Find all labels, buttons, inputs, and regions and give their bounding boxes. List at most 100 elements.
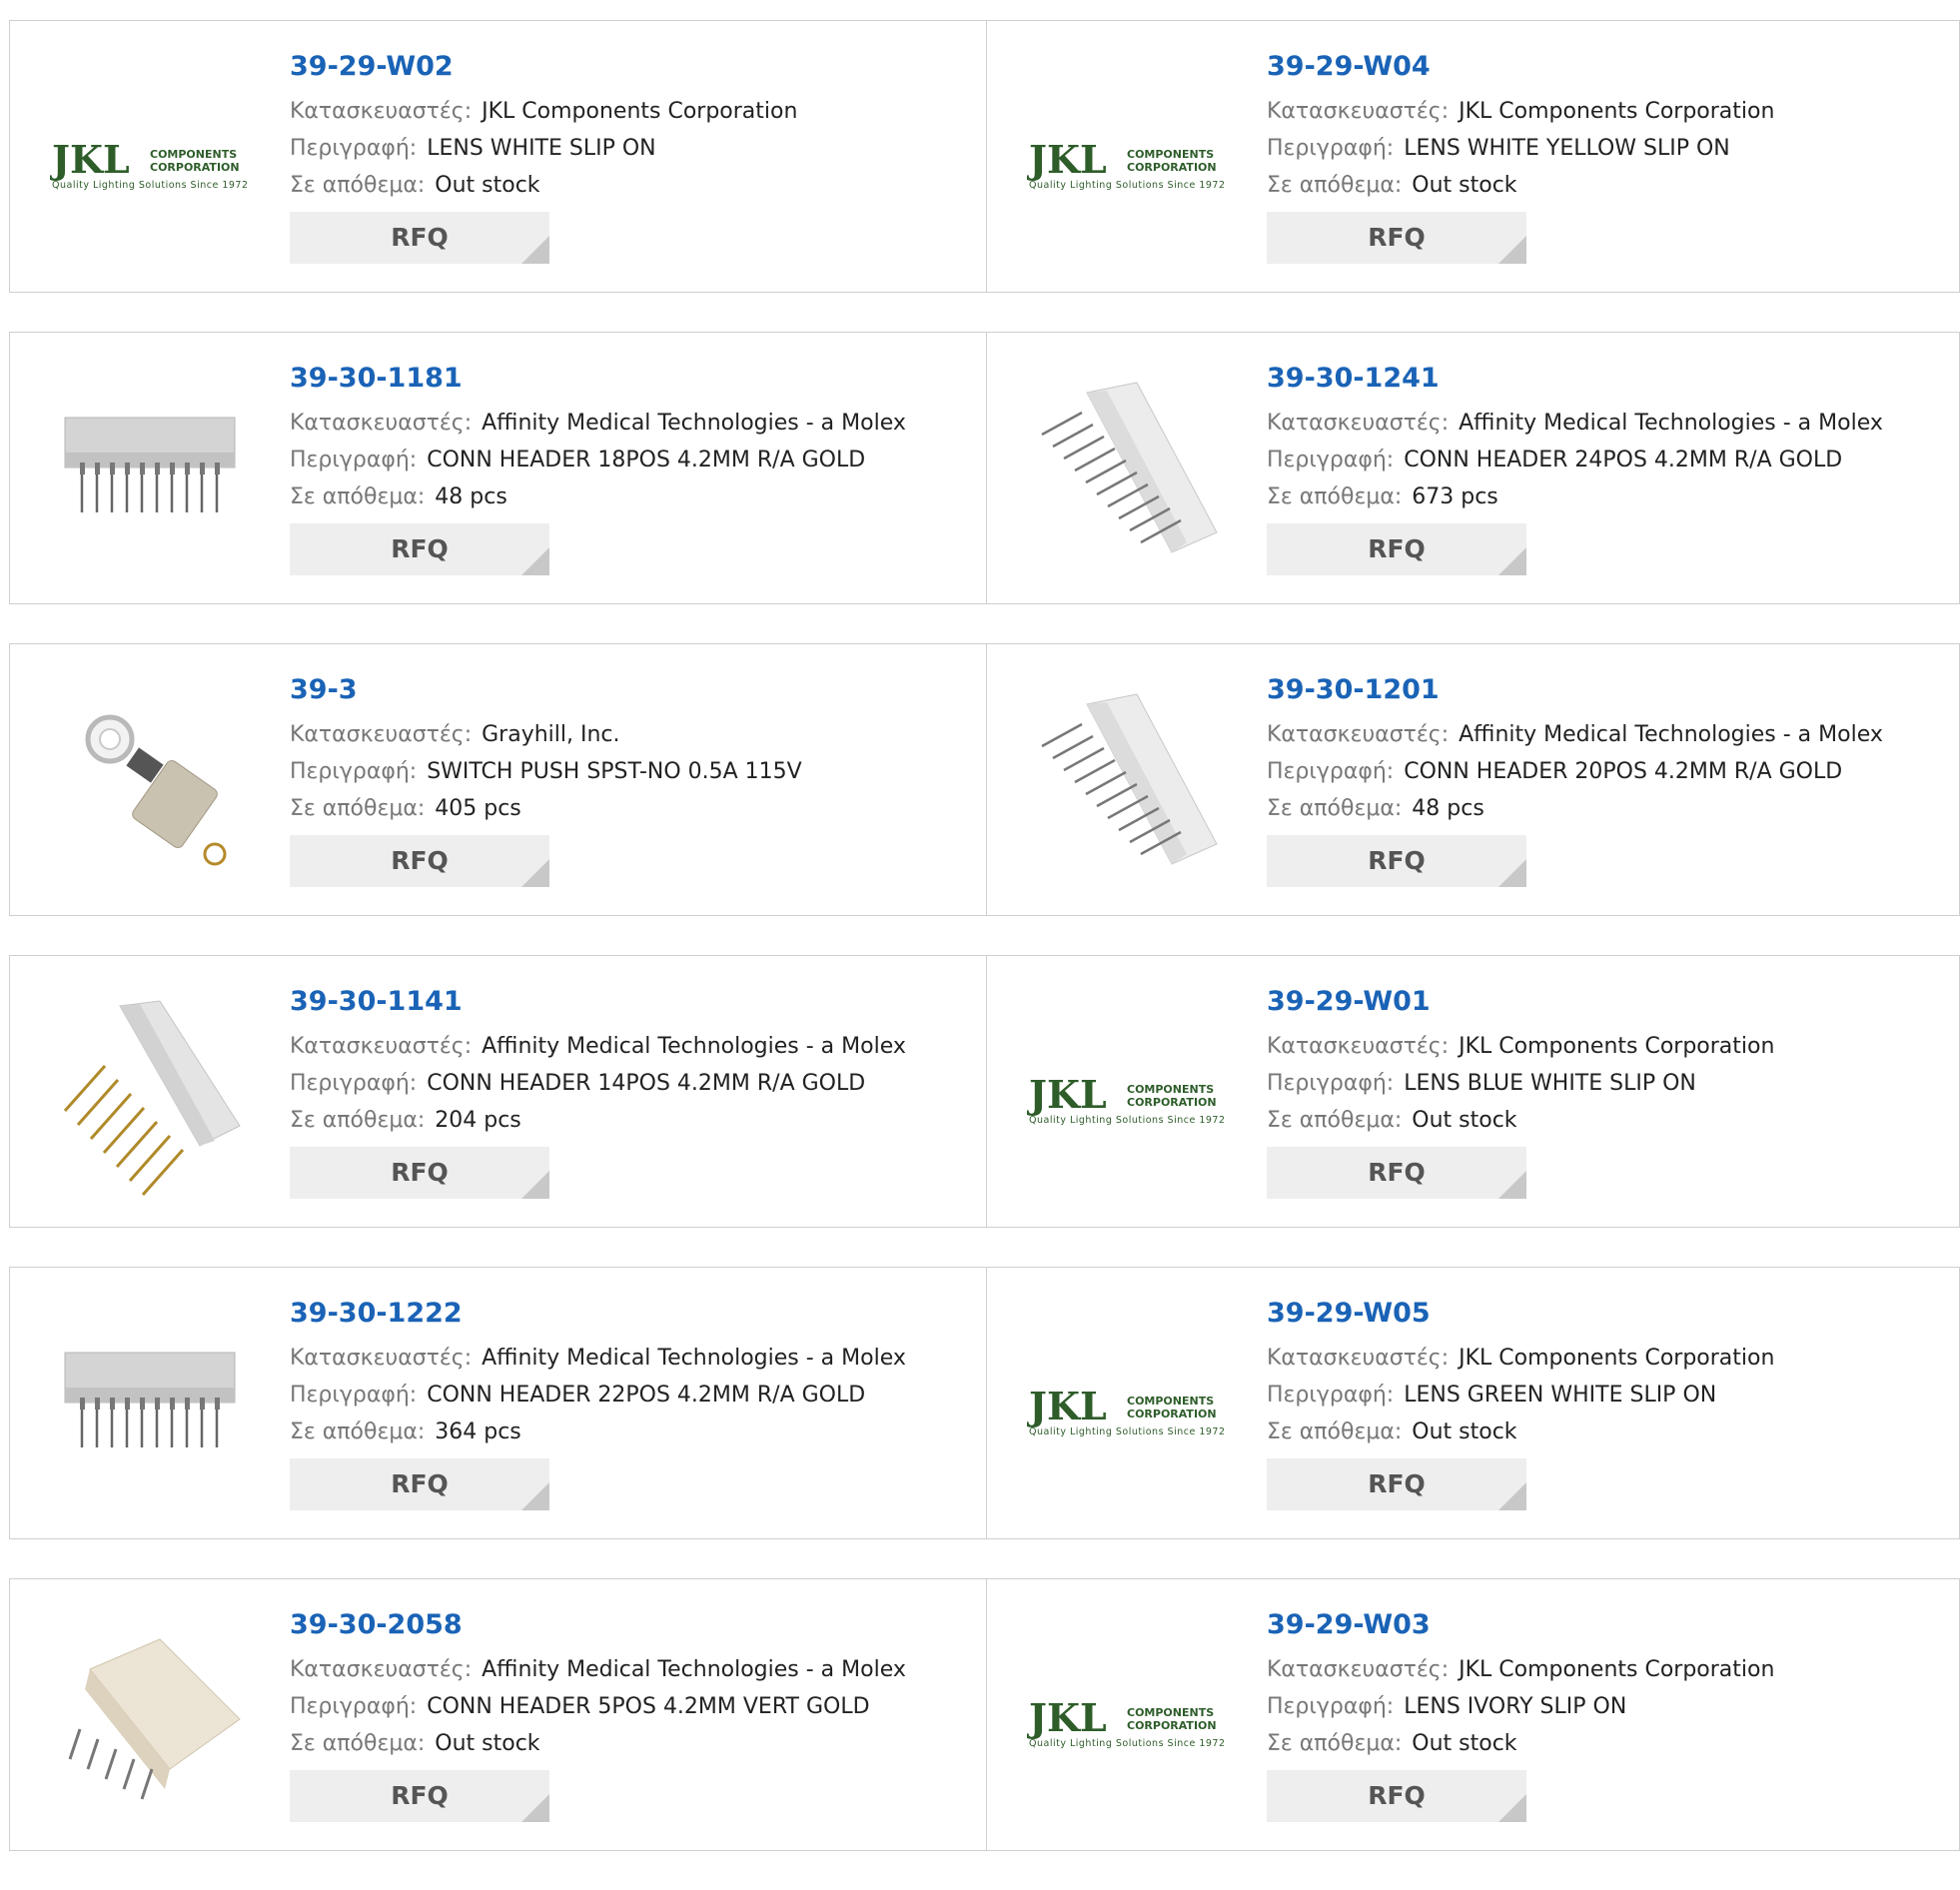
rfq-button[interactable]: RFQ xyxy=(290,1770,549,1822)
rfq-button[interactable]: RFQ xyxy=(1267,835,1526,887)
manufacturer-value: Affinity Medical Technologies - a Molex xyxy=(1459,411,1883,436)
part-number-link[interactable]: 39-29-W04 xyxy=(1267,49,1946,85)
stock-label: Σε απόθεμα: xyxy=(1267,1419,1403,1444)
rfq-button[interactable]: RFQ xyxy=(290,523,549,575)
rfq-button[interactable]: RFQ xyxy=(1267,523,1526,575)
jkl-logo-icon: JKL COMPONENTS CORPORATION Quality Light… xyxy=(50,137,248,191)
product-info: 39-29-W03 Κατασκευαστές: JKL Components C… xyxy=(1267,1607,1946,1822)
part-number-link[interactable]: 39-29-W02 xyxy=(290,49,969,85)
stock-label: Σε απόθεμα: xyxy=(1267,484,1403,509)
stock-line: Σε απόθεμα: Out stock xyxy=(290,1725,969,1762)
manufacturer-value: Affinity Medical Technologies - a Molex xyxy=(1459,722,1883,747)
product-info: 39-30-1241 Κατασκευαστές: Affinity Medica… xyxy=(1267,361,1946,575)
svg-text:Quality Lighting Solutions Sin: Quality Lighting Solutions Since 1972 xyxy=(1029,1738,1225,1749)
rfq-button[interactable]: RFQ xyxy=(1267,1458,1526,1510)
manufacturer-label: Κατασκευαστές: xyxy=(1267,1034,1450,1059)
svg-text:Quality Lighting Solutions Sin: Quality Lighting Solutions Since 1972 xyxy=(52,180,248,191)
part-number-link[interactable]: 39-30-1181 xyxy=(290,361,969,397)
part-number-link[interactable]: 39-3 xyxy=(290,672,969,708)
manufacturer-value: JKL Components Corporation xyxy=(1459,1346,1775,1371)
rfq-button[interactable]: RFQ xyxy=(1267,1770,1526,1822)
stock-label: Σε απόθεμα: xyxy=(1267,1108,1403,1133)
manufacturer-value: Affinity Medical Technologies - a Molex xyxy=(482,411,906,436)
product-card: 39-30-1201 Κατασκευαστές: Affinity Medica… xyxy=(987,644,1960,915)
product-image[interactable] xyxy=(1027,373,1227,572)
product-image[interactable]: JKL COMPONENTS CORPORATION Quality Light… xyxy=(1027,996,1227,1196)
connector-header-icon xyxy=(68,1638,241,1800)
stock-value: Out stock xyxy=(435,1731,540,1756)
description-label: Περιγραφή: xyxy=(1267,1071,1395,1096)
stock-line: Σε απόθεμα: Out stock xyxy=(1267,1102,1946,1139)
description-label: Περιγραφή: xyxy=(1267,448,1395,472)
stock-value: 364 pcs xyxy=(435,1419,521,1444)
rfq-button[interactable]: RFQ xyxy=(290,1458,549,1510)
stock-label: Σε απόθεμα: xyxy=(290,796,426,821)
product-image[interactable]: JKL COMPONENTS CORPORATION Quality Light… xyxy=(1027,61,1227,261)
stock-label: Σε απόθεμα: xyxy=(1267,173,1403,198)
stock-value: 204 pcs xyxy=(435,1108,521,1133)
product-image[interactable]: JKL COMPONENTS CORPORATION Quality Light… xyxy=(1027,1308,1227,1507)
product-image[interactable] xyxy=(50,684,250,884)
rfq-button[interactable]: RFQ xyxy=(290,1147,549,1199)
rfq-button[interactable]: RFQ xyxy=(290,835,549,887)
description-value: CONN HEADER 20POS 4.2MM R/A GOLD xyxy=(1404,759,1843,784)
manufacturer-value: JKL Components Corporation xyxy=(1459,1657,1775,1682)
product-row: 39-30-2058 Κατασκευαστές: Affinity Medica… xyxy=(9,1578,1960,1851)
rfq-button[interactable]: RFQ xyxy=(1267,212,1526,264)
product-image[interactable]: JKL COMPONENTS CORPORATION Quality Light… xyxy=(1027,1619,1227,1819)
connector-header-icon xyxy=(64,417,236,512)
stock-line: Σε απόθεμα: 673 pcs xyxy=(1267,478,1946,515)
stock-value: 48 pcs xyxy=(435,484,507,509)
product-image[interactable] xyxy=(50,1619,250,1819)
connector-header-icon xyxy=(63,1000,241,1196)
description-label: Περιγραφή: xyxy=(290,1694,418,1719)
product-image[interactable] xyxy=(50,996,250,1196)
description-line: Περιγραφή: CONN HEADER 14POS 4.2MM R/A GO… xyxy=(290,1065,969,1102)
manufacturer-line: Κατασκευαστές: Affinity Medical Technolog… xyxy=(1267,716,1946,753)
rfq-button[interactable]: RFQ xyxy=(290,212,549,264)
description-line: Περιγραφή: CONN HEADER 22POS 4.2MM R/A GO… xyxy=(290,1377,969,1414)
product-card: 39-30-1222 Κατασκευαστές: Affinity Medica… xyxy=(10,1268,986,1538)
product-image[interactable] xyxy=(50,373,250,572)
product-info: 39-30-1141 Κατασκευαστές: Affinity Medica… xyxy=(290,984,969,1199)
description-value: LENS WHITE SLIP ON xyxy=(427,136,656,161)
description-line: Περιγραφή: LENS IVORY SLIP ON xyxy=(1267,1688,1946,1725)
svg-text:CORPORATION: CORPORATION xyxy=(1127,1719,1217,1732)
manufacturer-value: Affinity Medical Technologies - a Molex xyxy=(482,1346,906,1371)
stock-label: Σε απόθεμα: xyxy=(1267,1731,1403,1756)
part-number-link[interactable]: 39-30-2058 xyxy=(290,1607,969,1643)
rfq-button[interactable]: RFQ xyxy=(1267,1147,1526,1199)
manufacturer-line: Κατασκευαστές: Affinity Medical Technolog… xyxy=(290,1340,969,1377)
description-line: Περιγραφή: CONN HEADER 5POS 4.2MM VERT GO… xyxy=(290,1688,969,1725)
stock-label: Σε απόθεμα: xyxy=(290,173,426,198)
manufacturer-line: Κατασκευαστές: Affinity Medical Technolog… xyxy=(290,1028,969,1065)
part-number-link[interactable]: 39-29-W01 xyxy=(1267,984,1946,1020)
part-number-link[interactable]: 39-29-W03 xyxy=(1267,1607,1946,1643)
stock-label: Σε απόθεμα: xyxy=(290,1419,426,1444)
product-row: 39-30-1141 Κατασκευαστές: Affinity Medica… xyxy=(9,955,1960,1228)
part-number-link[interactable]: 39-30-1241 xyxy=(1267,361,1946,397)
part-number-link[interactable]: 39-30-1222 xyxy=(290,1296,969,1332)
svg-text:JKL: JKL xyxy=(1027,1072,1107,1117)
stock-value: 48 pcs xyxy=(1412,796,1484,821)
jkl-logo-icon: JKL COMPONENTS CORPORATION Quality Light… xyxy=(1027,137,1225,191)
product-row: 39-30-1222 Κατασκευαστές: Affinity Medica… xyxy=(9,1267,1960,1539)
part-number-link[interactable]: 39-30-1141 xyxy=(290,984,969,1020)
connector-header-icon xyxy=(1041,382,1218,553)
stock-label: Σε απόθεμα: xyxy=(1267,796,1403,821)
product-image[interactable] xyxy=(1027,684,1227,884)
product-image[interactable] xyxy=(50,1308,250,1507)
manufacturer-line: Κατασκευαστές: Affinity Medical Technolog… xyxy=(1267,405,1946,442)
part-number-link[interactable]: 39-29-W05 xyxy=(1267,1296,1946,1332)
product-info: 39-29-W02 Κατασκευαστές: JKL Components C… xyxy=(290,49,969,264)
part-number-link[interactable]: 39-30-1201 xyxy=(1267,672,1946,708)
product-info: 39-29-W01 Κατασκευαστές: JKL Components C… xyxy=(1267,984,1946,1199)
manufacturer-line: Κατασκευαστές: JKL Components Corporation xyxy=(290,93,969,130)
stock-line: Σε απόθεμα: Out stock xyxy=(1267,1414,1946,1450)
product-info: 39-30-1222 Κατασκευαστές: Affinity Medica… xyxy=(290,1296,969,1510)
jkl-logo-icon: JKL COMPONENTS CORPORATION Quality Light… xyxy=(1027,1695,1225,1749)
product-image[interactable]: JKL COMPONENTS CORPORATION Quality Light… xyxy=(50,61,250,261)
stock-label: Σε απόθεμα: xyxy=(290,484,426,509)
product-row: 39-3 Κατασκευαστές: Grayhill, Inc. Περιγρ… xyxy=(9,643,1960,916)
manufacturer-line: Κατασκευαστές: JKL Components Corporation xyxy=(1267,1028,1946,1065)
